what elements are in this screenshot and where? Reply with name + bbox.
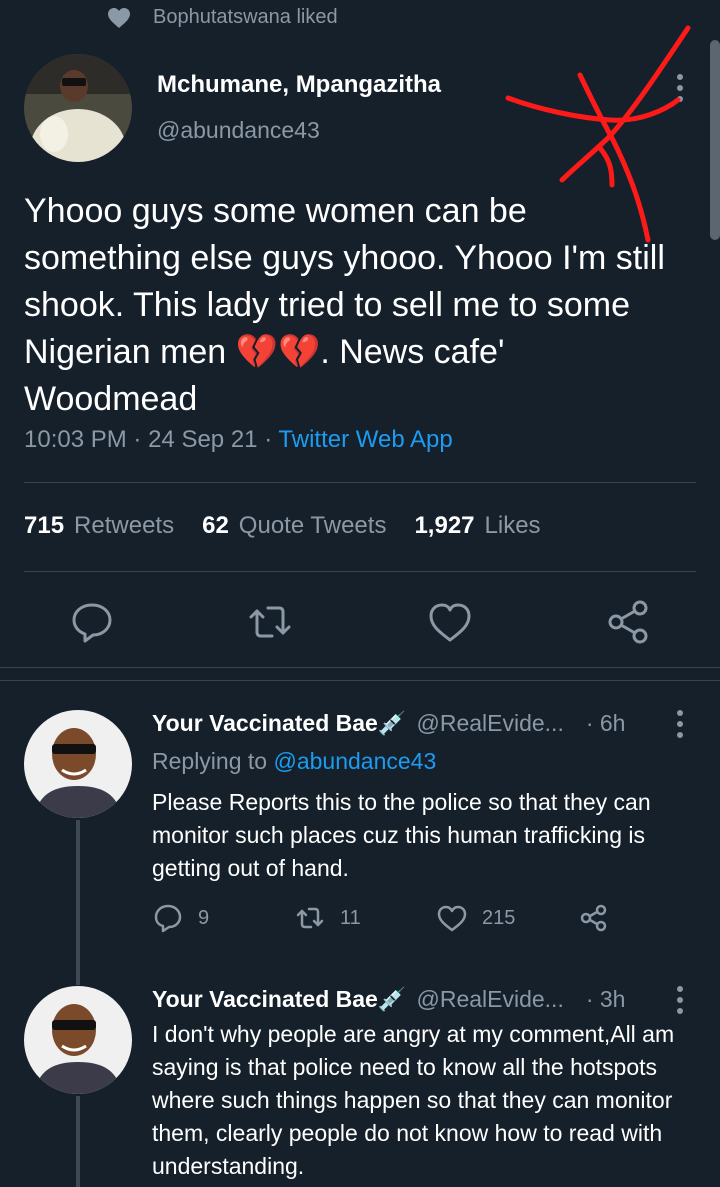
reply-author-name[interactable]: Your Vaccinated Bae bbox=[152, 710, 378, 737]
reply-like-action[interactable]: 215 bbox=[436, 902, 515, 934]
more-options-icon[interactable] bbox=[670, 984, 690, 1016]
reply-header: Your Vaccinated Bae 💉 @RealEvide... · 6h bbox=[152, 710, 625, 737]
meta-separator: · bbox=[133, 426, 142, 453]
reply-text: I don't why people are angry at my comme… bbox=[152, 1021, 675, 1179]
retweets-stat[interactable]: 715 Retweets bbox=[24, 512, 174, 540]
liked-context: Bophutatswana liked bbox=[107, 6, 338, 29]
retweets-label: Retweets bbox=[74, 512, 175, 539]
likes-count: 1,927 bbox=[414, 512, 475, 539]
syringe-emoji: 💉 bbox=[377, 710, 407, 736]
reply-share-action[interactable] bbox=[578, 902, 610, 934]
retweets-count: 715 bbox=[24, 512, 65, 539]
reply-author-name[interactable]: Your Vaccinated Bae bbox=[152, 986, 378, 1013]
reply-author-handle[interactable]: @RealEvide... bbox=[416, 986, 563, 1013]
retweet-count: 11 bbox=[340, 906, 361, 929]
quote-tweets-stat[interactable]: 62 Quote Tweets bbox=[202, 512, 386, 540]
share-icon[interactable] bbox=[578, 902, 610, 934]
reply-retweet-action[interactable]: 11 bbox=[294, 902, 361, 934]
divider bbox=[0, 667, 720, 668]
reply-time: · 3h bbox=[585, 986, 626, 1012]
likes-stat[interactable]: 1,927 Likes bbox=[414, 512, 540, 540]
share-icon[interactable] bbox=[603, 596, 655, 648]
tweet-meta: 10:03 PM · 24 Sep 21 · Twitter Web App bbox=[24, 426, 453, 454]
reply-text: Please Reports this to the police so tha… bbox=[152, 789, 651, 881]
tweet-action-bar bbox=[0, 596, 720, 648]
more-options-icon[interactable] bbox=[670, 708, 690, 740]
reply-reply-action[interactable]: 9 bbox=[152, 902, 209, 934]
tweet-stats: 715 Retweets 62 Quote Tweets 1,927 Likes bbox=[24, 512, 541, 540]
reply-icon[interactable] bbox=[152, 902, 184, 934]
author-name[interactable]: Mchumane, Mpangazitha bbox=[157, 71, 441, 99]
broken-heart-emoji: 💔💔 bbox=[235, 333, 321, 371]
tweet-time: 10:03 PM bbox=[24, 426, 127, 453]
meta-separator: · bbox=[264, 426, 273, 453]
reply-icon[interactable] bbox=[66, 596, 118, 648]
syringe-emoji: 💉 bbox=[377, 986, 407, 1012]
reply-action-bar: 9 11 215 bbox=[152, 902, 672, 942]
scrollbar[interactable] bbox=[710, 40, 720, 240]
reply-author-handle[interactable]: @RealEvide... bbox=[416, 710, 563, 737]
reply-time: · 6h bbox=[585, 710, 626, 736]
author-avatar[interactable] bbox=[24, 54, 132, 162]
more-options-icon[interactable] bbox=[670, 72, 690, 104]
like-count: 215 bbox=[482, 906, 516, 929]
thread-connector-line bbox=[76, 820, 80, 985]
retweet-icon[interactable] bbox=[244, 596, 296, 648]
tweet-text: Yhooo guys some women can be something e… bbox=[24, 188, 684, 423]
divider bbox=[24, 482, 696, 483]
author-handle[interactable]: @abundance43 bbox=[157, 117, 320, 144]
tweet-date: 24 Sep 21 bbox=[148, 426, 258, 453]
likes-label: Likes bbox=[484, 512, 541, 539]
retweet-icon[interactable] bbox=[294, 902, 326, 934]
reply-count: 9 bbox=[198, 906, 210, 929]
liked-text: Bophutatswana liked bbox=[153, 6, 338, 28]
replying-to-label: Replying to bbox=[152, 748, 274, 774]
reply-avatar[interactable] bbox=[24, 710, 132, 818]
reply-header: Your Vaccinated Bae 💉 @RealEvide... · 3h bbox=[152, 986, 625, 1013]
like-icon[interactable] bbox=[424, 596, 476, 648]
divider bbox=[24, 571, 696, 572]
like-icon[interactable] bbox=[436, 902, 468, 934]
thread-connector-line bbox=[76, 1096, 80, 1187]
replying-to: Replying to @abundance43 bbox=[152, 745, 712, 778]
replying-to-handle[interactable]: @abundance43 bbox=[273, 748, 436, 774]
heart-filled-icon bbox=[108, 7, 130, 28]
tweet-source-link[interactable]: Twitter Web App bbox=[278, 426, 452, 453]
divider bbox=[0, 680, 720, 681]
quote-tweets-count: 62 bbox=[202, 512, 229, 539]
quote-tweets-label: Quote Tweets bbox=[238, 512, 387, 539]
reply-avatar[interactable] bbox=[24, 986, 132, 1094]
